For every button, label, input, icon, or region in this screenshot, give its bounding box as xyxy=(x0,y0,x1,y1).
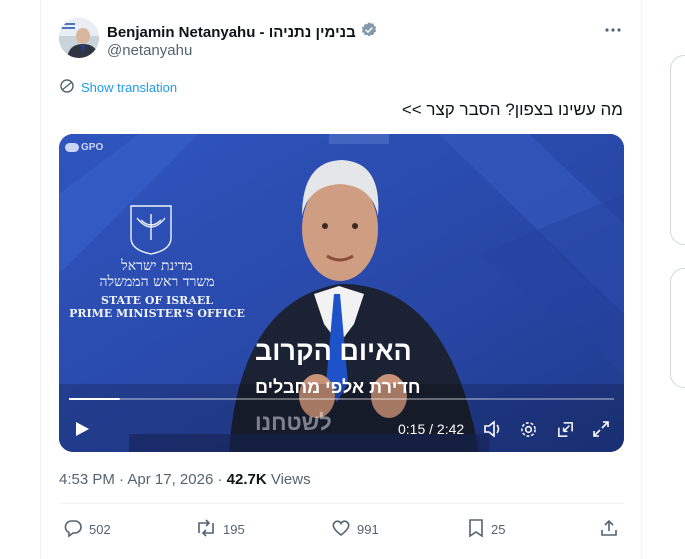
video-progress-fill xyxy=(69,398,120,400)
action-bar: 502 195 991 25 xyxy=(59,518,624,542)
views-label: Views xyxy=(270,471,311,488)
volume-icon[interactable] xyxy=(483,420,503,443)
verified-badge-icon xyxy=(360,21,378,44)
heart-icon xyxy=(331,518,351,541)
like-button[interactable]: 991 xyxy=(331,518,379,541)
show-translation-label: Show translation xyxy=(81,80,178,95)
play-button[interactable] xyxy=(73,420,91,443)
cloud-icon xyxy=(65,142,79,152)
bookmark-button[interactable]: 25 xyxy=(467,518,505,541)
like-count: 991 xyxy=(357,522,379,537)
avatar[interactable] xyxy=(59,18,99,58)
views-count: 42.7K xyxy=(226,471,267,488)
tweet-text: מה עשינו בצפון? הסבר קצר >> xyxy=(401,100,623,119)
tweet: Benjamin Netanyahu - בנימין נתניהו @neta… xyxy=(41,0,641,559)
caption-subtitle: חדירת אלפי מחבלים xyxy=(255,377,421,397)
fullscreen-icon[interactable] xyxy=(592,420,610,443)
video-player[interactable]: GPO מדינת ישראל משרד ראש הממשלה STATE OF… xyxy=(59,134,624,452)
author-name[interactable]: Benjamin Netanyahu - בנימין נתניהו xyxy=(107,24,356,41)
gpo-watermark: GPO xyxy=(65,142,103,153)
divider xyxy=(59,503,624,504)
meta-separator: · xyxy=(217,471,223,488)
author-handle[interactable]: @netanyahu xyxy=(107,42,192,59)
sidebar-card xyxy=(670,55,685,245)
column-border-right xyxy=(641,0,642,559)
settings-gear-icon[interactable] xyxy=(519,420,538,444)
share-icon xyxy=(599,518,619,541)
caption-title: האיום הקרוב xyxy=(255,336,412,366)
emblem-english-line2: PRIME MINISTER'S OFFICE xyxy=(69,306,245,320)
emblem-hebrew-line1: מדינת ישראל xyxy=(121,258,193,274)
meta-separator: · xyxy=(119,471,125,488)
bookmark-count: 25 xyxy=(491,522,506,537)
reply-button[interactable]: 502 xyxy=(63,518,111,541)
caption-third: לשטחנו xyxy=(255,410,332,435)
share-button[interactable] xyxy=(599,518,619,541)
tweet-meta: 4:53 PM · Apr 17, 2026 · 42.7K Views xyxy=(59,471,311,488)
office-emblem-text: מדינת ישראל משרד ראש הממשלה STATE OF ISR… xyxy=(67,258,247,320)
sidebar-card-secondary xyxy=(670,268,685,388)
translate-icon xyxy=(59,78,75,97)
video-time: 0:15 / 2:42 xyxy=(398,421,465,437)
bookmark-icon xyxy=(467,518,485,541)
tweet-date[interactable]: Apr 17, 2026 xyxy=(127,471,213,488)
gpo-watermark-text: GPO xyxy=(81,142,104,153)
reply-count: 502 xyxy=(89,522,111,537)
repost-icon xyxy=(195,518,217,541)
repost-count: 195 xyxy=(223,522,245,537)
emblem-english-line1: STATE OF ISRAEL xyxy=(101,294,213,308)
author-row: Benjamin Netanyahu - בנימין נתניהו xyxy=(107,21,378,44)
more-options-icon[interactable] xyxy=(603,20,623,45)
picture-in-picture-icon[interactable] xyxy=(556,420,575,444)
repost-button[interactable]: 195 xyxy=(195,518,245,541)
tweet-time[interactable]: 4:53 PM xyxy=(59,471,115,488)
reply-icon xyxy=(63,518,83,541)
emblem-hebrew-line2: משרד ראש הממשלה xyxy=(99,274,215,291)
show-translation-link[interactable]: Show translation xyxy=(59,78,177,97)
